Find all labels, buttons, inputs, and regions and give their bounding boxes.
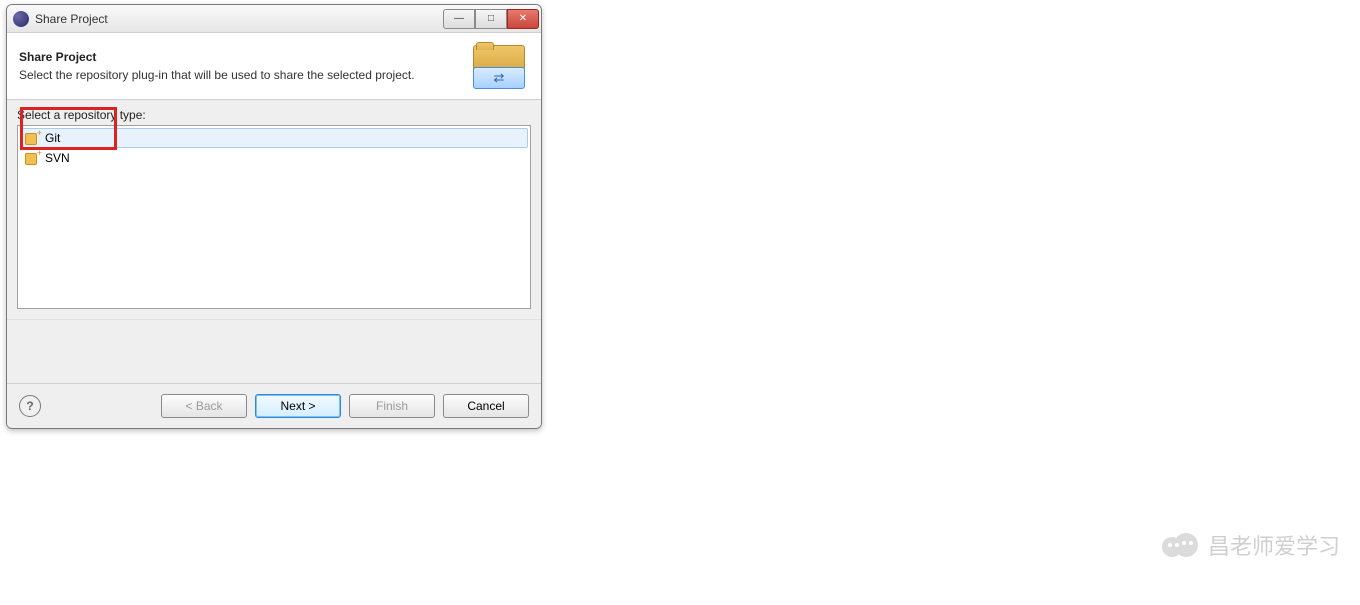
repo-type-item-git[interactable]: Git [20,128,528,148]
repo-type-item-svn[interactable]: SVN [20,148,528,168]
repo-type-list[interactable]: Git SVN [17,125,531,309]
wizard-banner-icon: ⇄ [469,43,529,89]
share-arrows-icon: ⇄ [473,67,525,89]
wizard-spacer [7,319,541,383]
close-button[interactable]: ✕ [507,9,539,29]
finish-button[interactable]: Finish [349,394,435,418]
repo-item-label: Git [45,131,60,145]
wechat-icon [1162,527,1198,563]
wizard-footer: ? < Back Next > Finish Cancel [7,383,541,428]
help-button[interactable]: ? [19,395,41,417]
window-title: Share Project [35,12,443,26]
watermark: 昌老师爱学习 [1162,527,1340,563]
repo-icon [25,151,41,165]
wizard-content: Select a repository type: Git SVN [7,100,541,319]
maximize-button[interactable]: □ [475,9,507,29]
wizard-header-text: Share Project Select the repository plug… [19,50,459,82]
watermark-text: 昌老师爱学习 [1208,529,1340,561]
cancel-button[interactable]: Cancel [443,394,529,418]
window-controls: — □ ✕ [443,9,539,29]
back-button[interactable]: < Back [161,394,247,418]
titlebar[interactable]: Share Project — □ ✕ [7,5,541,33]
wizard-description: Select the repository plug-in that will … [19,68,459,82]
wizard-title: Share Project [19,50,459,64]
next-button[interactable]: Next > [255,394,341,418]
repo-type-label: Select a repository type: [17,108,531,122]
wizard-header: Share Project Select the repository plug… [7,33,541,100]
help-icon: ? [26,399,33,413]
wizard-window: Share Project — □ ✕ Share Project Select… [6,4,542,429]
repo-item-label: SVN [45,151,70,165]
app-icon [13,11,29,27]
minimize-button[interactable]: — [443,9,475,29]
repo-icon [25,131,41,145]
